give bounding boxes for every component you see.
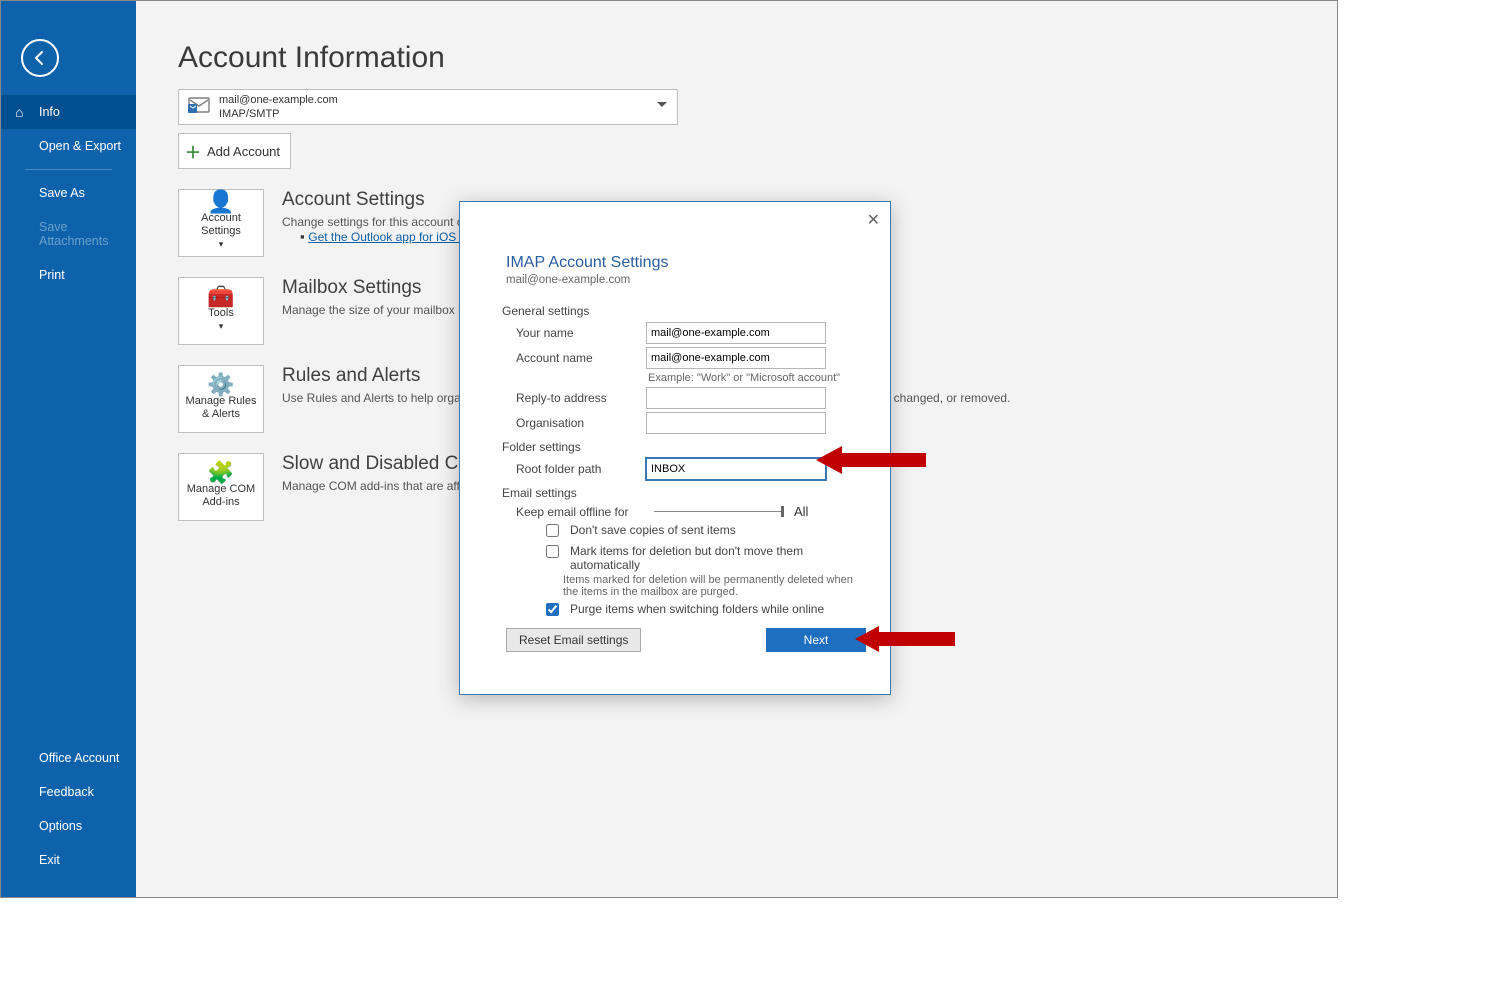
label-yourname: Your name <box>506 326 646 340</box>
manage-rules-button[interactable]: ⚙️ Manage Rules & Alerts <box>178 365 264 433</box>
checkbox-markdel-input[interactable] <box>546 545 559 558</box>
input-acctname[interactable] <box>646 347 826 369</box>
dialog-email: mail@one-example.com <box>506 274 866 286</box>
input-root-folder[interactable] <box>646 458 826 480</box>
tools-button[interactable]: 🧰 Tools ▾ <box>178 277 264 345</box>
tools-btn-label: Tools <box>208 307 234 320</box>
back-button[interactable] <box>21 39 59 77</box>
nav-exit[interactable]: Exit <box>1 843 136 877</box>
account-dropdown[interactable]: mail@one-example.com IMAP/SMTP <box>178 89 678 125</box>
group-general: General settings <box>502 304 866 318</box>
checkbox-nosave-label: Don't save copies of sent items <box>570 523 736 537</box>
nav-save-as[interactable]: Save As <box>1 176 136 210</box>
group-folder: Folder settings <box>502 440 866 454</box>
checkbox-nosave[interactable]: Don't save copies of sent items <box>542 523 866 540</box>
nav-divider <box>25 169 112 170</box>
nav-save-attachments: Save Attachments <box>1 210 136 258</box>
manage-rules-btn-label: Manage Rules & Alerts <box>181 395 261 421</box>
account-email: mail@one-example.com <box>219 93 338 107</box>
nav-open-export[interactable]: Open & Export <box>1 129 136 163</box>
label-offline: Keep email offline for <box>506 505 646 519</box>
addins-icon: 🧩 <box>207 466 234 479</box>
checkbox-nosave-input[interactable] <box>546 524 559 537</box>
add-account-button[interactable]: ＋ Add Account <box>178 133 291 169</box>
nav-info[interactable]: ⌂ Info <box>1 95 136 129</box>
account-settings-button[interactable]: 👤 Account Settings ▾ <box>178 189 264 257</box>
imap-settings-dialog: ✕ IMAP Account Settings mail@one-example… <box>459 201 891 695</box>
toolbox-icon: 🧰 <box>207 290 234 303</box>
checkbox-purge-input[interactable] <box>546 603 559 616</box>
next-button[interactable]: Next <box>766 628 866 652</box>
label-org: Organisation <box>506 416 646 430</box>
plus-icon: ＋ <box>185 139 201 163</box>
markdel-note: Items marked for deletion will be perman… <box>563 574 863 598</box>
manage-com-btn-label: Manage COM Add-ins <box>181 483 261 509</box>
offline-end-label: All <box>794 504 808 519</box>
user-gear-icon: 👤 <box>207 195 234 208</box>
home-icon: ⌂ <box>15 104 23 120</box>
acctname-hint: Example: "Work" or "Microsoft account" <box>648 372 866 384</box>
checkbox-markdel[interactable]: Mark items for deletion but don't move t… <box>542 544 866 572</box>
nav-office-account[interactable]: Office Account <box>1 741 136 775</box>
page-title: Account Information <box>178 41 1337 75</box>
input-yourname[interactable] <box>646 322 826 344</box>
label-acctname: Account name <box>506 351 646 365</box>
account-proto: IMAP/SMTP <box>219 107 338 121</box>
slider-thumb-icon[interactable] <box>781 506 784 517</box>
offline-slider[interactable]: All <box>654 504 808 519</box>
input-replyto[interactable] <box>646 387 826 409</box>
checkbox-purge-label: Purge items when switching folders while… <box>570 602 824 616</box>
group-email: Email settings <box>502 486 866 500</box>
checkbox-markdel-label: Mark items for deletion but don't move t… <box>570 544 866 572</box>
dialog-close-icon[interactable]: ✕ <box>867 210 880 230</box>
dialog-title: IMAP Account Settings <box>506 254 866 272</box>
nav-feedback[interactable]: Feedback <box>1 775 136 809</box>
label-replyto: Reply-to address <box>506 391 646 405</box>
input-org[interactable] <box>646 412 826 434</box>
backstage-sidebar: ⌂ Info Open & Export Save As Save Attach… <box>1 1 136 897</box>
manage-com-addins-button[interactable]: 🧩 Manage COM Add-ins <box>178 453 264 521</box>
reset-email-settings-button[interactable]: Reset Email settings <box>506 628 641 652</box>
mail-icon <box>187 93 211 122</box>
nav-print[interactable]: Print <box>1 258 136 292</box>
add-account-label: Add Account <box>207 144 280 159</box>
rules-icon: ⚙️ <box>207 378 234 391</box>
checkbox-purge[interactable]: Purge items when switching folders while… <box>542 602 866 619</box>
nav-options[interactable]: Options <box>1 809 136 843</box>
account-settings-btn-label: Account Settings <box>181 212 261 238</box>
chevron-down-icon <box>657 102 667 112</box>
nav-info-label: Info <box>39 105 60 119</box>
label-root: Root folder path <box>506 462 646 476</box>
